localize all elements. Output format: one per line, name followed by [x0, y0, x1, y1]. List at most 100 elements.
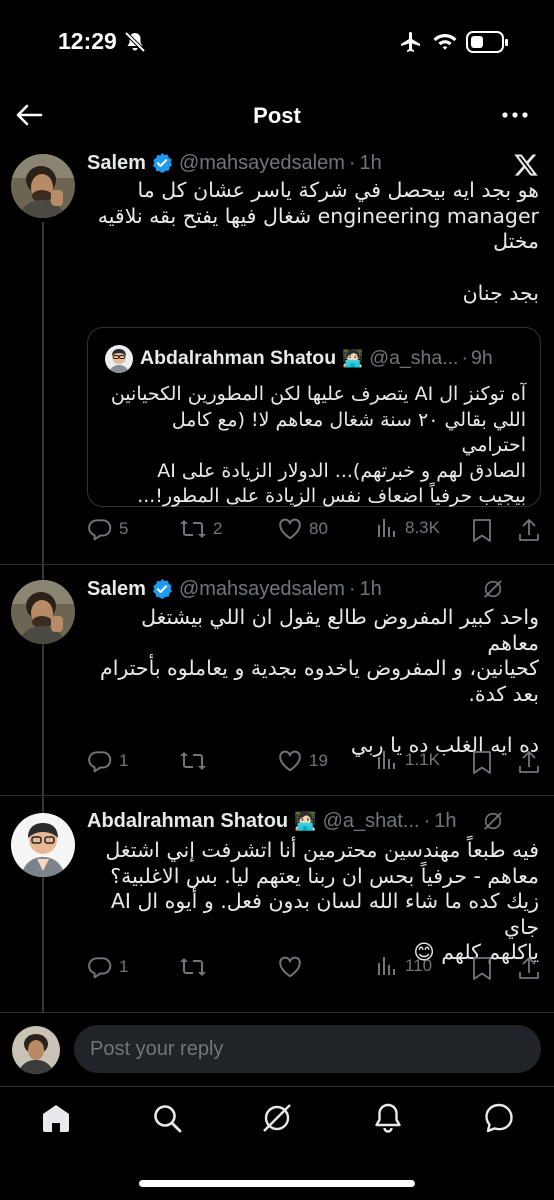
reply-header: Abdalrahman Shatou 🧑🏻‍💻 @a_shat... · 1h [87, 807, 457, 835]
views-button[interactable]: 8.3K [375, 516, 440, 540]
status-bar: 12:29 [0, 0, 554, 84]
views-button[interactable]: 1.1K [375, 748, 440, 772]
like-button[interactable]: 80 [277, 516, 328, 542]
repost-button[interactable] [179, 954, 207, 980]
text-line: مختل [493, 229, 539, 253]
author-name[interactable]: Salem [87, 152, 146, 175]
reply-count: 5 [119, 519, 129, 538]
reply-icon [88, 519, 112, 541]
verified-badge-icon [152, 579, 172, 599]
more-options-icon[interactable] [498, 100, 532, 130]
text-line: هو بجد ايه بيحصل في شركة ياسر عشان كل ما [137, 178, 539, 202]
technologist-emoji: 🧑🏻‍💻 [342, 348, 364, 368]
reply-composer-bar: Post your reply [0, 1012, 554, 1086]
heart-icon [279, 750, 301, 772]
repost-icon [180, 752, 206, 770]
avatar-abdalrahman[interactable] [11, 813, 75, 877]
x-logo-icon [514, 154, 538, 176]
text-line: معاهم - حرفياً بحس ان ربنا يعتهم ليا. بس… [110, 863, 539, 888]
post-time: 1h [359, 577, 382, 600]
airplane-mode-icon [401, 32, 420, 52]
views-chart-icon [378, 957, 395, 975]
reply-count: 1 [119, 957, 129, 976]
divider [0, 795, 554, 796]
heart-icon [279, 956, 301, 978]
text-line: بعد كدة. [468, 681, 539, 706]
repost-icon [180, 958, 206, 976]
reply-actions: 1 110 [87, 954, 543, 984]
text-line: كحيانين، و المفروض ياخدوه بجدية و يعاملو… [100, 656, 539, 680]
text-line: اللي بقالي ٢٠ سنة شغال معاهم لا! (مع كام… [171, 408, 526, 457]
avatar-salem[interactable] [11, 154, 75, 218]
repost-button[interactable] [179, 748, 207, 774]
home-indicator [139, 1180, 415, 1187]
views-chart-icon [378, 751, 395, 769]
messages-icon[interactable] [482, 1101, 516, 1135]
author-handle[interactable]: @mahsayedsalem [179, 578, 345, 601]
grok-icon[interactable] [482, 810, 504, 832]
like-count: 19 [309, 751, 328, 770]
home-icon[interactable] [39, 1101, 73, 1135]
post-time: 1h [359, 151, 382, 174]
notifications-bell-icon[interactable] [371, 1101, 405, 1135]
separator-dot: · [461, 347, 468, 369]
main-tweet-text: هو بجد ايه بيحصل في شركة ياسر عشان كل ما… [87, 178, 539, 306]
reply-count: 1 [119, 751, 129, 770]
quote-author-avatar [105, 345, 133, 373]
author-handle[interactable]: @mahsayedsalem [179, 152, 345, 175]
reply-button[interactable]: 5 [87, 516, 128, 542]
text-line: فيه طبعاً مهندسين محترمين أنا اتشرفت إني… [105, 838, 539, 862]
separator-dot: · [423, 809, 431, 832]
repost-count: 2 [213, 519, 223, 538]
author-name[interactable]: Salem [87, 578, 146, 601]
text-line: engineering manager شغال فيها يفتح بقه ن… [97, 203, 539, 228]
heart-icon [279, 518, 301, 540]
avatar-salem[interactable] [11, 580, 75, 644]
quote-time: 9h [470, 347, 493, 369]
post-time: 1h [434, 809, 457, 832]
like-button[interactable]: 19 [277, 748, 328, 774]
quote-author-name: Abdalrahman Shatou [140, 347, 337, 369]
divider [0, 564, 554, 565]
bookmark-icon[interactable] [471, 518, 493, 544]
grok-icon[interactable] [260, 1101, 294, 1135]
grok-icon[interactable] [482, 578, 504, 600]
reply-text: واحد كبير المفروض طالع يقول ان اللي بيشت… [87, 605, 539, 759]
quoted-post-card[interactable]: Abdalrahman Shatou 🧑🏻‍💻 @a_sha... · 9h آ… [87, 327, 541, 507]
quote-header: Abdalrahman Shatou 🧑🏻‍💻 @a_sha... · 9h [140, 347, 493, 370]
like-button[interactable] [277, 954, 303, 980]
view-count: 110 [405, 956, 433, 975]
repost-button[interactable]: 2 [179, 516, 222, 542]
search-icon[interactable] [150, 1101, 184, 1135]
reply-button[interactable]: 1 [87, 954, 128, 980]
bookmark-icon[interactable] [471, 750, 493, 776]
like-count: 80 [309, 519, 328, 538]
reply-actions: 1 19 1.1K [87, 748, 543, 778]
separator-dot: · [348, 151, 356, 174]
reply-icon [88, 957, 112, 979]
my-avatar[interactable] [12, 1026, 60, 1074]
view-count: 1.1K [405, 750, 440, 769]
views-chart-icon [378, 519, 395, 537]
text-line: زيك كده ما شاء الله لسان بدون فعل. و أيو… [110, 889, 539, 939]
technologist-emoji: 🧑🏻‍💻 [294, 810, 317, 831]
main-tweet-actions: 5 2 80 8.3K [87, 516, 543, 546]
post-header: Post [0, 90, 554, 140]
separator-dot: · [348, 577, 356, 600]
view-count: 8.3K [405, 518, 440, 537]
share-icon[interactable] [517, 955, 541, 981]
reply-header: Salem @mahsayedsalem · 1h [87, 575, 382, 603]
text-line: الصادق لهم و خبرتهم)... الدولار الزيادة … [157, 459, 526, 482]
bookmark-icon[interactable] [471, 956, 493, 982]
main-tweet-header: Salem @mahsayedsalem · 1h [87, 149, 382, 177]
reply-input[interactable]: Post your reply [74, 1025, 541, 1073]
share-icon[interactable] [517, 749, 541, 775]
author-handle[interactable]: @a_shat... [323, 810, 420, 833]
author-name[interactable]: Abdalrahman Shatou [87, 810, 288, 833]
wifi-icon [433, 34, 457, 50]
reply-button[interactable]: 1 [87, 748, 128, 774]
views-button[interactable]: 110 [375, 954, 432, 978]
share-icon[interactable] [517, 517, 541, 543]
reply-icon [88, 751, 112, 773]
text-line: واحد كبير المفروض طالع يقول ان اللي بيشت… [141, 605, 539, 655]
